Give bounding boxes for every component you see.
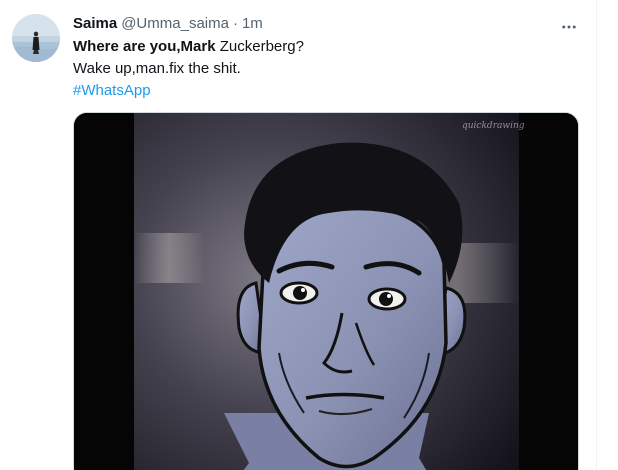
video-frame: quickdrawing — [74, 113, 578, 470]
timeline-divider — [596, 0, 597, 470]
avatar[interactable] — [12, 14, 60, 62]
header-separator: · — [232, 15, 238, 32]
tweet-header: Saima @Umma_saima · 1m — [73, 14, 263, 34]
tweet-text-bold: Where are you,Mark — [73, 38, 216, 55]
tweet-container[interactable]: Saima @Umma_saima · 1m Where are you,Mar… — [0, 0, 618, 470]
author-handle[interactable]: @Umma_saima — [121, 14, 229, 34]
tweet-text: Where are you,Mark Zuckerberg? Wake up,m… — [73, 36, 583, 102]
tweet-media-video[interactable]: quickdrawing — [73, 112, 579, 470]
hashtag-link[interactable]: #WhatsApp — [73, 80, 583, 102]
tweet-text-line-1: Where are you,Mark Zuckerberg? — [73, 36, 583, 58]
more-horizontal-icon — [562, 25, 576, 29]
author-display-name[interactable]: Saima — [73, 14, 117, 34]
avatar-image — [12, 14, 60, 62]
video-watermark: quickdrawing — [462, 121, 525, 131]
tweet-text-rest: Zuckerberg? — [215, 38, 304, 55]
tweet-timestamp[interactable]: 1m — [242, 14, 263, 34]
tweet-text-line-2: Wake up,man.fix the shit. — [73, 60, 241, 77]
